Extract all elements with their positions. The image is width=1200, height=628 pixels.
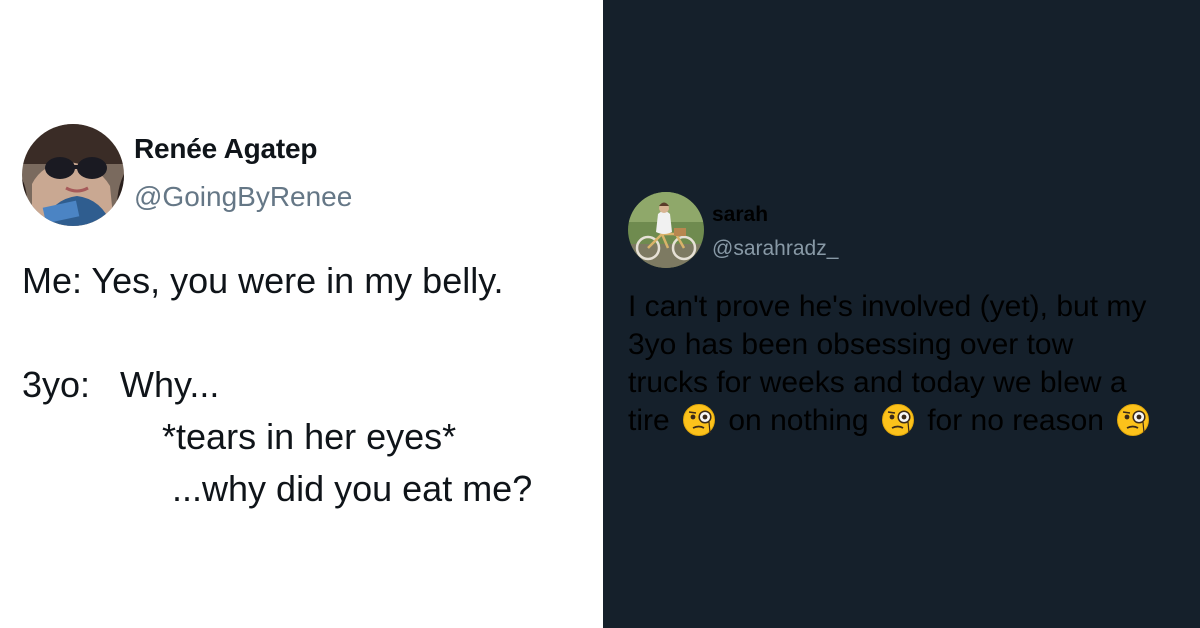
face-with-monocle-emoji-icon: [1116, 403, 1150, 437]
author-handle[interactable]: @GoingByRenee: [134, 181, 352, 213]
author-handle[interactable]: @sarahradz_: [712, 237, 838, 261]
profile-photo-icon: [628, 192, 704, 268]
avatar[interactable]: [628, 192, 704, 268]
tweet-text-line: trucks for weeks and today we blew a: [628, 366, 1127, 399]
tweet-text-segment: tire: [628, 404, 670, 437]
face-with-monocle-emoji-icon: [881, 403, 915, 437]
tweet-text: I can't prove he's involved (yet), but m…: [628, 288, 1188, 440]
tweet-text-segment: on nothing: [728, 404, 869, 437]
tweet-text: Me: Yes, you were in my belly. 3yo: Why.…: [22, 260, 533, 509]
avatar[interactable]: [22, 124, 124, 226]
tweet-text-line: I can't prove he's involved (yet), but m…: [628, 290, 1147, 323]
tweet-text-segment: for no reason: [927, 404, 1104, 437]
tweet-card-light: Renée Agatep @GoingByRenee Me: Yes, you …: [0, 0, 603, 628]
tweet-text-line: tire on nothing for no reason: [628, 402, 1188, 440]
profile-photo-icon: [22, 124, 124, 226]
author-name[interactable]: Renée Agatep: [134, 133, 317, 165]
tweet-text-line: 3yo has been obsessing over tow: [628, 328, 1074, 361]
face-with-monocle-emoji-icon: [682, 403, 716, 437]
author-name[interactable]: sarah: [712, 203, 768, 227]
